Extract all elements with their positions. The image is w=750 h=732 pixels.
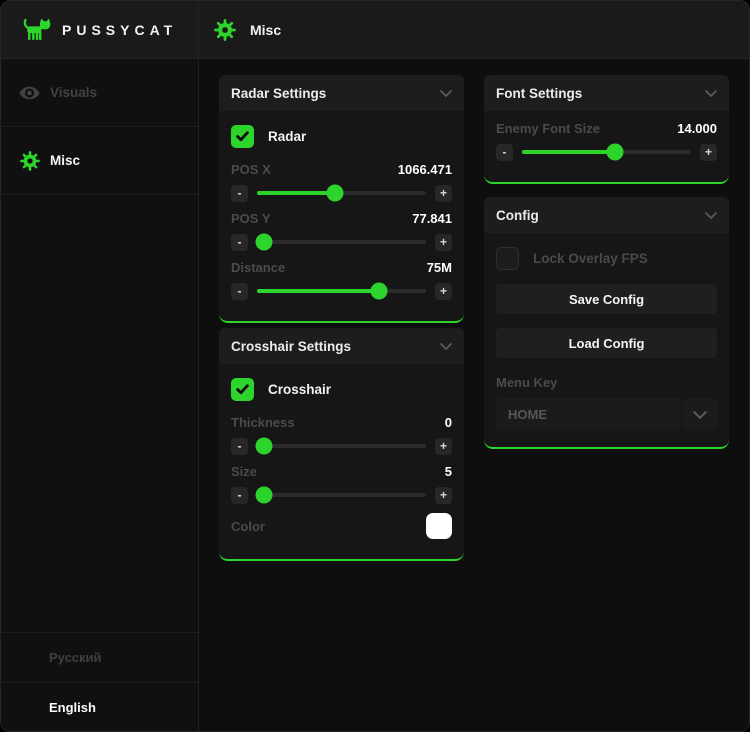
lock-overlay-fps-toggle[interactable]: Lock Overlay FPS	[496, 247, 717, 270]
slider-thumb[interactable]	[255, 487, 272, 504]
chevron-down-icon[interactable]	[440, 90, 452, 97]
panel-font-header[interactable]: Font Settings	[484, 75, 729, 111]
sidebar-item-visuals[interactable]: Visuals	[1, 59, 198, 127]
field-value: 14.000	[677, 121, 717, 136]
slider-thumb[interactable]	[370, 283, 387, 300]
checkbox-unchecked-icon[interactable]	[496, 247, 519, 270]
decrement-button[interactable]: -	[231, 487, 248, 504]
brand: PUSSYCAT	[1, 1, 199, 58]
decrement-button[interactable]: -	[496, 144, 513, 161]
slider-thumb[interactable]	[255, 438, 272, 455]
field-label: Thickness	[231, 415, 295, 430]
sidebar-spacer	[1, 195, 198, 632]
slider-track[interactable]	[257, 240, 426, 244]
panel-crosshair-settings: Crosshair Settings Crosshair Thic	[219, 328, 464, 561]
panel-title: Font Settings	[496, 86, 582, 101]
slider-track[interactable]	[522, 150, 691, 154]
field-label: Color	[231, 519, 265, 534]
language-option-russian[interactable]: Русский	[1, 632, 198, 682]
increment-button[interactable]: +	[435, 234, 452, 251]
dropdown-value[interactable]: HOME	[496, 398, 681, 431]
menu-key-dropdown[interactable]: HOME	[496, 398, 717, 431]
decrement-button[interactable]: -	[231, 185, 248, 202]
sidebar-item-label: Misc	[50, 153, 80, 168]
menu-key-label: Menu Key	[496, 375, 717, 390]
slider-group-enemy-font-size: Enemy Font Size 14.000 - +	[496, 121, 717, 161]
gear-icon	[19, 150, 40, 171]
slider-fill	[257, 289, 379, 293]
field-value: 5	[445, 464, 452, 479]
field-label: POS X	[231, 162, 271, 177]
slider-group-distance: Distance 75M - +	[231, 260, 452, 300]
sidebar-item-label: Visuals	[50, 85, 97, 100]
field-value: 1066.471	[398, 162, 452, 177]
page-header: Misc	[199, 1, 281, 58]
increment-button[interactable]: +	[700, 144, 717, 161]
slider-track[interactable]	[257, 289, 426, 293]
panel-config-header[interactable]: Config	[484, 197, 729, 233]
field-label: Size	[231, 464, 257, 479]
save-config-button[interactable]: Save Config	[496, 284, 717, 314]
crosshair-color-row: Color	[231, 513, 452, 539]
dropdown-chevron-button[interactable]	[683, 398, 717, 431]
field-label: Enemy Font Size	[496, 121, 600, 136]
increment-button[interactable]: +	[435, 438, 452, 455]
toggle-label: Lock Overlay FPS	[533, 251, 648, 266]
brand-name: PUSSYCAT	[62, 22, 177, 38]
slider-group-pos-x: POS X 1066.471 - +	[231, 162, 452, 202]
top-bar: PUSSYCAT Misc	[1, 1, 749, 59]
panel-config: Config Lock Overlay FPS Save Config Load…	[484, 197, 729, 449]
chevron-down-icon[interactable]	[705, 212, 717, 219]
slider-thumb[interactable]	[255, 234, 272, 251]
field-label: Distance	[231, 260, 285, 275]
checkbox-checked-icon[interactable]	[231, 378, 254, 401]
chevron-down-icon[interactable]	[705, 90, 717, 97]
panel-radar-header[interactable]: Radar Settings	[219, 75, 464, 111]
toggle-label: Crosshair	[268, 382, 331, 397]
crosshair-toggle[interactable]: Crosshair	[231, 378, 452, 401]
eye-icon	[19, 82, 40, 103]
decrement-button[interactable]: -	[231, 234, 248, 251]
sidebar: Visuals	[1, 59, 199, 732]
field-label: POS Y	[231, 211, 271, 226]
language-option-english[interactable]: English	[1, 682, 198, 732]
slider-track[interactable]	[257, 444, 426, 448]
slider-thumb[interactable]	[326, 185, 343, 202]
slider-thumb[interactable]	[606, 144, 623, 161]
gear-icon	[214, 19, 236, 41]
slider-track[interactable]	[257, 493, 426, 497]
increment-button[interactable]: +	[435, 283, 452, 300]
field-value: 0	[445, 415, 452, 430]
color-swatch[interactable]	[426, 513, 452, 539]
increment-button[interactable]: +	[435, 185, 452, 202]
panel-font-settings: Font Settings Enemy Font Size 14.000 -	[484, 75, 729, 184]
field-value: 77.841	[412, 211, 452, 226]
load-config-button[interactable]: Load Config	[496, 328, 717, 358]
panel-title: Radar Settings	[231, 86, 326, 101]
checkbox-checked-icon[interactable]	[231, 125, 254, 148]
field-value: 75M	[427, 260, 452, 275]
slider-track[interactable]	[257, 191, 426, 195]
chevron-down-icon[interactable]	[440, 343, 452, 350]
radar-toggle[interactable]: Radar	[231, 125, 452, 148]
increment-button[interactable]: +	[435, 487, 452, 504]
panel-title: Config	[496, 208, 539, 223]
slider-group-size: Size 5 - +	[231, 464, 452, 504]
panel-title: Crosshair Settings	[231, 339, 351, 354]
panel-radar-settings: Radar Settings Radar POS X	[219, 75, 464, 323]
page-title: Misc	[250, 22, 281, 38]
slider-group-thickness: Thickness 0 - +	[231, 415, 452, 455]
slider-fill	[257, 191, 335, 195]
panel-crosshair-header[interactable]: Crosshair Settings	[219, 328, 464, 364]
toggle-label: Radar	[268, 129, 306, 144]
slider-fill	[522, 150, 615, 154]
decrement-button[interactable]: -	[231, 283, 248, 300]
sidebar-item-misc[interactable]: Misc	[1, 127, 198, 195]
decrement-button[interactable]: -	[231, 438, 248, 455]
app-window: PUSSYCAT Misc	[0, 0, 750, 732]
main-content: Radar Settings Radar POS X	[199, 59, 749, 732]
cat-logo-icon	[21, 16, 51, 43]
slider-group-pos-y: POS Y 77.841 - +	[231, 211, 452, 251]
